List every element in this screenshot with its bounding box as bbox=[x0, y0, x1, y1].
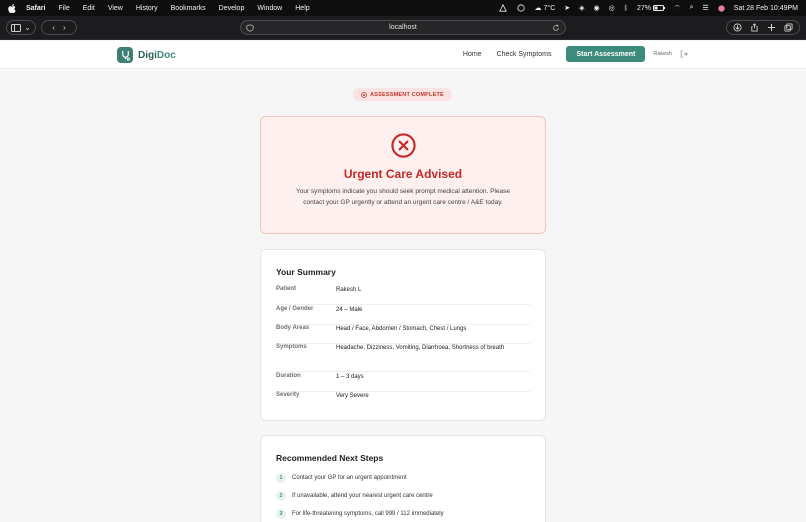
row-label: Symptoms bbox=[276, 344, 307, 350]
browser-toolbar: ⌄ ‹ › localhost bbox=[0, 16, 806, 40]
reload-icon[interactable] bbox=[552, 24, 560, 32]
row-value: Rakesh L bbox=[336, 287, 362, 293]
next-step-item: 2 If unavailable, attend your nearest ur… bbox=[276, 491, 433, 501]
summary-card: Your Summary Patient Rakesh L Age / Gend… bbox=[260, 249, 546, 421]
airdrop-icon[interactable]: ◎ bbox=[609, 4, 615, 12]
step-text: If unavailable, attend your nearest urge… bbox=[292, 493, 433, 499]
step-text: For life-threatening symptoms, call 999 … bbox=[292, 511, 444, 517]
wifi-icon[interactable]: ⌔ bbox=[674, 4, 681, 13]
wifi-outline-icon[interactable]: ◈ bbox=[579, 4, 584, 12]
summary-row-age-gender: Age / Gender 24 – Male bbox=[276, 306, 530, 325]
step-number: 2 bbox=[276, 491, 286, 501]
step-text: Contact your GP for an urgent appointmen… bbox=[292, 475, 407, 481]
menu-help[interactable]: Help bbox=[295, 5, 309, 12]
badge-text: ASSESSMENT COMPLETE bbox=[370, 91, 444, 98]
logo-text-digi: Digi bbox=[138, 49, 157, 61]
row-value: 1 – 3 days bbox=[336, 374, 364, 380]
urgent-care-alert: Urgent Care Advised Your symptoms indica… bbox=[260, 116, 546, 234]
menu-file[interactable]: File bbox=[58, 5, 69, 12]
start-assessment-button[interactable]: Start Assessment bbox=[566, 46, 646, 62]
alert-title: Urgent Care Advised bbox=[343, 167, 463, 181]
circle-x-icon bbox=[361, 91, 367, 98]
error-circle-icon bbox=[391, 133, 416, 158]
new-tab-icon[interactable] bbox=[765, 21, 778, 34]
row-value: 24 – Male bbox=[336, 307, 363, 313]
share-icon[interactable] bbox=[748, 21, 761, 34]
battery-icon bbox=[652, 5, 665, 11]
history-navigation: ‹ › bbox=[41, 20, 77, 35]
downloads-icon[interactable] bbox=[731, 21, 744, 34]
site-logo[interactable]: DigiDoc bbox=[117, 47, 176, 63]
menu-window[interactable]: Window bbox=[257, 5, 282, 12]
tab-overview-icon[interactable] bbox=[782, 21, 795, 34]
back-arrow-icon[interactable]: ‹ bbox=[52, 23, 55, 32]
app-menu: Safari File Edit View History Bookmarks … bbox=[26, 5, 310, 12]
row-label: Patient bbox=[276, 286, 297, 292]
spotlight-search-icon[interactable]: ⌕ bbox=[690, 4, 694, 12]
menu-edit[interactable]: Edit bbox=[83, 5, 95, 12]
summary-title: Your Summary bbox=[276, 267, 336, 277]
cloud-sync-icon[interactable] bbox=[516, 4, 526, 12]
cloud-icon: ☁ bbox=[534, 5, 542, 12]
menu-history[interactable]: History bbox=[136, 5, 158, 12]
battery-percent: 27% bbox=[636, 4, 651, 12]
summary-row-duration: Duration 1 – 3 days bbox=[276, 373, 530, 392]
battery-status[interactable]: 27% bbox=[637, 5, 665, 12]
user-name: Rakesh bbox=[653, 51, 672, 57]
web-page: DigiDoc Home Check Symptoms Start Assess… bbox=[0, 41, 806, 522]
next-step-item: 3 For life-threatening symptoms, call 99… bbox=[276, 509, 444, 519]
menu-bookmarks[interactable]: Bookmarks bbox=[171, 5, 206, 12]
step-number: 3 bbox=[276, 509, 286, 519]
logout-icon[interactable] bbox=[680, 50, 688, 58]
stethoscope-icon bbox=[117, 47, 133, 63]
chevron-down-icon: ⌄ bbox=[24, 23, 31, 32]
logo-text-doc: Doc bbox=[156, 49, 176, 61]
status-icon-1[interactable] bbox=[498, 4, 507, 12]
address-url: localhost bbox=[389, 24, 417, 31]
row-label: Age / Gender bbox=[276, 306, 314, 312]
site-header: DigiDoc Home Check Symptoms Start Assess… bbox=[0, 41, 806, 69]
next-step-item: 1 Contact your GP for an urgent appointm… bbox=[276, 473, 407, 483]
row-label: Body Areas bbox=[276, 325, 310, 331]
apple-logo-icon[interactable] bbox=[8, 3, 16, 13]
logo-text: DigiDoc bbox=[138, 50, 176, 61]
assessment-status-badge: ASSESSMENT COMPLETE bbox=[353, 88, 452, 101]
menu-app-name[interactable]: Safari bbox=[26, 5, 45, 12]
macos-menu-bar: Safari File Edit View History Bookmarks … bbox=[0, 0, 806, 16]
row-label: Duration bbox=[276, 373, 301, 379]
weather-widget[interactable]: ☁ 7°C bbox=[534, 4, 556, 13]
nav-links: Home Check Symptoms Start Assessment Rak… bbox=[463, 46, 688, 62]
siri-icon[interactable] bbox=[718, 4, 725, 12]
summary-row-symptoms: Symptoms Headache, Dizziness, Vomiting, … bbox=[276, 344, 530, 372]
record-icon[interactable]: ◉ bbox=[594, 4, 600, 12]
forward-arrow-icon[interactable]: › bbox=[63, 23, 66, 32]
nav-home-link[interactable]: Home bbox=[463, 51, 482, 58]
temperature-text: 7°C bbox=[543, 4, 556, 12]
clock-datetime[interactable]: Sat 28 Feb 10:49PM bbox=[734, 5, 798, 12]
sidebar-icon bbox=[11, 23, 22, 32]
alert-message: Your symptoms indicate you should seek p… bbox=[295, 188, 510, 206]
status-area: ☁ 7°C ➤ ◈ ◉ ◎ ᛒ 27% ⌔ ⌕ ☰ Sat 28 Feb 10:4… bbox=[498, 4, 798, 13]
next-steps-card: Recommended Next Steps 1 Contact your GP… bbox=[260, 435, 546, 522]
sidebar-toggle-button[interactable]: ⌄ bbox=[6, 20, 36, 35]
row-value: Headache, Dizziness, Vomiting, Diarrhoea… bbox=[336, 345, 505, 351]
summary-row-body-areas: Body Areas Head / Face, Abdomen / Stomac… bbox=[276, 325, 530, 344]
nav-check-symptoms-link[interactable]: Check Symptoms bbox=[497, 51, 552, 58]
summary-row-severity: Severity Very Severe bbox=[276, 392, 530, 411]
bluetooth-icon[interactable]: ᛒ bbox=[624, 5, 628, 12]
row-value: Very Severe bbox=[336, 393, 369, 399]
menu-view[interactable]: View bbox=[108, 5, 123, 12]
toolbar-actions bbox=[726, 20, 800, 35]
send-icon[interactable]: ➤ bbox=[564, 4, 570, 12]
privacy-shield-icon bbox=[246, 24, 254, 32]
menu-develop[interactable]: Develop bbox=[219, 5, 245, 12]
control-center-icon[interactable]: ☰ bbox=[703, 4, 709, 12]
summary-row-patient: Patient Rakesh L bbox=[276, 286, 530, 305]
address-bar[interactable]: localhost bbox=[240, 20, 566, 35]
row-value: Head / Face, Abdomen / Stomach, Chest / … bbox=[336, 326, 467, 332]
step-number: 1 bbox=[276, 473, 286, 483]
next-steps-title: Recommended Next Steps bbox=[276, 453, 384, 463]
row-label: Severity bbox=[276, 392, 300, 398]
